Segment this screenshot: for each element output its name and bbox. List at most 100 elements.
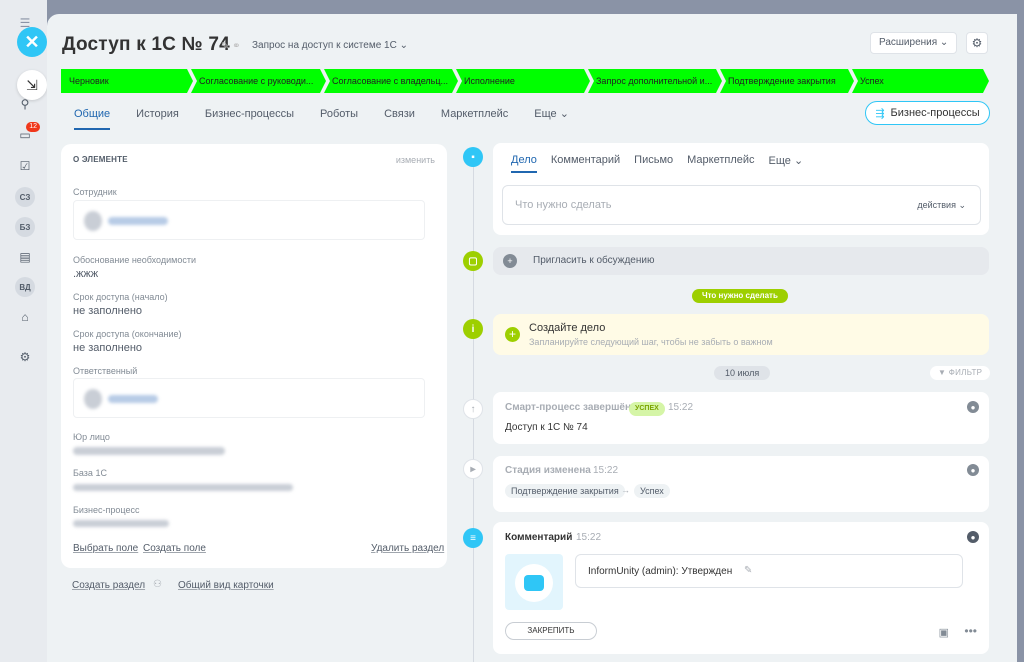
employee-field[interactable] [73,200,425,240]
stage-execution[interactable]: Исполнение [456,69,590,93]
actions-dropdown[interactable]: действия ⌄ [917,200,966,211]
tab-comment[interactable]: Комментарий [551,154,620,167]
field-label-employee: Сотрудник [73,187,117,197]
section-heading: О ЭЛЕМЕНТЕ [73,155,128,164]
stage-from: Подтверждение закрытия [505,484,625,498]
settings-icon[interactable]: ⚙ [16,348,34,366]
stage-closing-confirmation[interactable]: Подтверждение закрытия [720,69,854,93]
create-task-card[interactable]: + Создайте дело Запланируйте следующий ш… [493,314,989,355]
tab-more[interactable]: Еще ⌄ [534,106,569,130]
create-field-link[interactable]: Создать поле [143,543,206,554]
stage-additional-request[interactable]: Запрос дополнительной и... [588,69,722,93]
field-value-base [73,484,293,491]
add-user-icon: + [503,254,517,268]
info-icon: i [463,319,483,339]
field-label-base: База 1С [73,468,107,478]
create-task-hint: Запланируйте следующий шаг, чтобы не заб… [529,337,773,347]
tab-robots[interactable]: Роботы [320,106,358,130]
tab-email[interactable]: Письмо [634,154,673,167]
todo-input[interactable]: Что нужно сделать действия ⌄ [502,185,981,225]
stage-to: Успех [634,484,670,498]
field-value-justification: .жжж [73,268,99,280]
event-completed: Смарт-процесс завершён УСПЕХ 15:22 ● Дос… [493,392,989,444]
item-card: Доступ к 1С № 74 ✎ ⚭ Запрос на доступ к … [47,14,1017,662]
more-icon[interactable]: ••• [964,624,977,638]
left-rail: ☰ ✕ ⚲ ▭ 12 ☑ СЗ БЗ ▤ ВД ⌂ ⚙ [0,0,47,662]
process-icon: ⇶ [875,107,885,120]
tab-general[interactable]: Общие [74,106,111,130]
about-panel: О ЭЛЕМЕНТЕ изменить Сотрудник Обосновани… [61,144,447,568]
filter-button[interactable]: ▼ ФИЛЬТР [930,366,991,380]
tab-task[interactable]: Дело [511,154,537,173]
process-selector[interactable]: Запрос на доступ к системе 1С ⌄ [252,40,408,51]
extensions-button[interactable]: Расширения ⌄ [870,32,958,54]
pin-panel-icon[interactable]: ⇲ [17,70,47,100]
chat-bubble-icon [524,575,544,591]
event-stage-changed: Стадия изменена 15:22 ● Подтверждение за… [493,456,989,512]
field-label-justification: Обоснование необходимости [73,255,196,265]
field-value-legal-entity [73,447,225,455]
pin-comment-button[interactable]: ЗАКРЕПИТЬ [505,622,597,640]
activity-icon: ▪ [463,147,483,167]
gear-icon[interactable]: ⚙ [966,32,988,54]
close-button[interactable]: ✕ [17,27,47,57]
date-divider: 10 июля [714,366,771,380]
messages-icon[interactable]: ▭ 12 [16,122,40,144]
tab-links[interactable]: Связи [384,106,415,130]
field-label-business-process: Бизнес-процесс [73,505,140,515]
business-processes-button[interactable]: ⇶ Бизнес-процессы [865,101,990,125]
tag-icon: ▸ [463,459,483,479]
stage-owner-approval[interactable]: Согласование с владельц... [324,69,458,93]
event-comment: Комментарий 15:22 ● InformUnity (admin):… [493,522,989,654]
tab-history[interactable]: История [136,106,179,130]
card-view-icon: ⚇ [153,579,162,590]
edit-comment-icon: ✎ [744,565,753,576]
invite-discussion[interactable]: + Пригласить к обсуждению [493,247,989,275]
comment-text[interactable]: InformUnity (admin): Утвержден ✎ [575,554,963,588]
stage-bar: Черновик Согласование с руководи... Согл… [61,69,989,93]
tab-business-processes[interactable]: Бизнес-процессы [205,106,294,130]
user-icon: ● [967,531,979,543]
edit-title-icon[interactable]: ✎ ⚭ [221,41,241,52]
arrow-up-icon: ↑ [463,399,483,419]
feed-icon[interactable]: ▤ [16,248,34,266]
comment-icon: ≡ [463,528,483,548]
create-task-title: Создайте дело [529,322,606,334]
select-field-link[interactable]: Выбрать поле [73,543,138,554]
page-title: Доступ к 1С № 74 [62,34,230,55]
tasks-icon[interactable]: ☑ [16,157,34,175]
todo-pill: Что нужно сделать [692,289,788,303]
tab-marketplace[interactable]: Маркетплейс [441,106,508,130]
activity-editor: Дело Комментарий Письмо Маркетплейс Еще … [493,143,989,235]
tab-more[interactable]: Еще ⌄ [769,154,804,167]
card-tabs: Общие История Бизнес-процессы Роботы Свя… [74,106,595,130]
stage-draft[interactable]: Черновик [61,69,193,93]
note-icon[interactable]: ▣ [939,626,949,639]
arrow-right-icon: → [621,485,630,495]
stage-success[interactable]: Успех [852,69,989,93]
field-label-start: Срок доступа (начало) [73,292,168,302]
field-label-end: Срок доступа (окончание) [73,329,182,339]
rail-item-bz[interactable]: БЗ [15,217,35,237]
field-value-business-process [73,520,169,527]
field-label-legal-entity: Юр лицо [73,432,110,442]
field-label-responsible: Ответственный [73,366,138,376]
stage-manager-approval[interactable]: Согласование с руководи... [191,69,326,93]
rail-item-vd[interactable]: ВД [15,277,35,297]
messages-badge: 12 [26,122,40,132]
rail-item-sz[interactable]: СЗ [15,187,35,207]
user-icon: ● [967,464,979,476]
card-view-link[interactable]: Общий вид карточки [178,580,274,591]
responsible-field[interactable] [73,378,425,418]
field-value-start: не заполнено [73,305,143,317]
add-task-icon: + [505,327,520,342]
comment-avatar [505,554,563,610]
comment-icon: ▢ [463,251,483,271]
avatar [84,389,102,409]
delete-section-link[interactable]: Удалить раздел [371,543,444,554]
create-section-link[interactable]: Создать раздел [72,580,145,591]
field-value-end: не заполнено [73,342,143,354]
robot-icon[interactable]: ⌂ [16,308,34,326]
tab-marketplace[interactable]: Маркетплейс [687,154,754,167]
edit-section-link[interactable]: изменить [396,155,435,165]
